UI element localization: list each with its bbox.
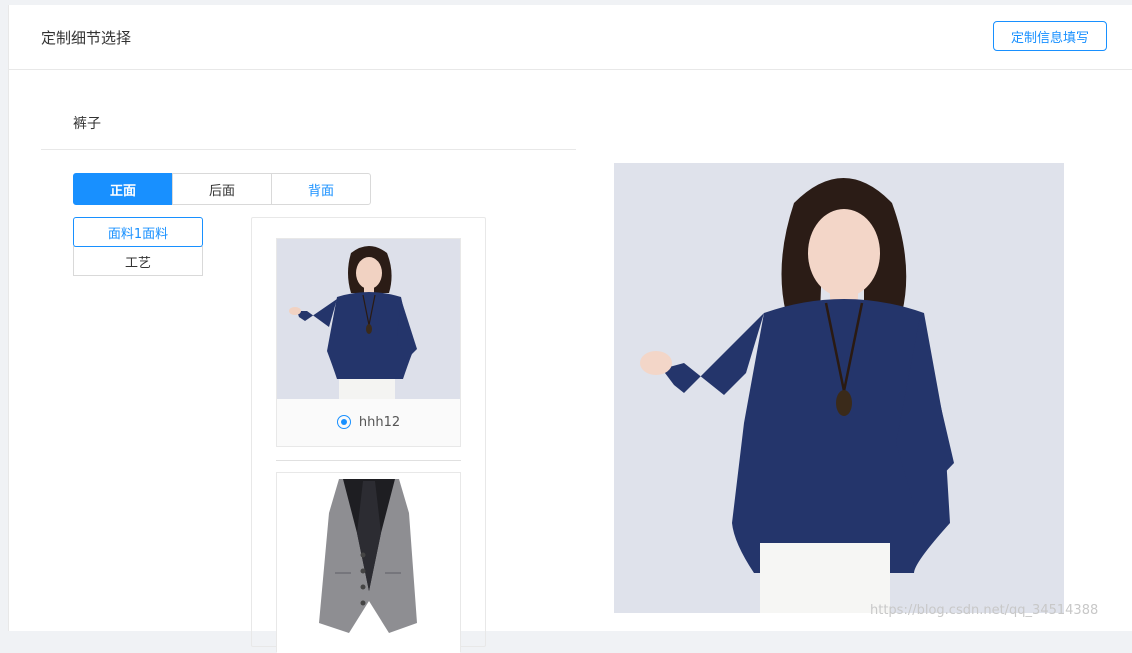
fill-info-button[interactable]: 定制信息填写 (993, 21, 1107, 51)
option-card[interactable] (276, 472, 461, 653)
option-label: hhh12 (358, 414, 401, 430)
page-header: 定制细节选择 定制信息填写 (9, 5, 1132, 70)
tab-back[interactable]: 背面 (271, 173, 371, 205)
tab-front[interactable]: 正面 (73, 173, 173, 205)
subtab-craft[interactable]: 工艺 (73, 246, 203, 276)
page-title: 定制细节选择 (41, 29, 132, 47)
radio-selected-icon[interactable] (336, 415, 351, 429)
subtab-fabric[interactable]: 面料1面料 (73, 217, 203, 247)
option-card[interactable]: hhh12 (276, 238, 461, 447)
preview-image (614, 163, 1064, 613)
blouse-thumbnail-image (277, 239, 460, 399)
page: 定制细节选择 定制信息填写 裤子 正面 后面 背面 面料1面料 工艺 hhh12 (8, 5, 1132, 653)
option-separator (276, 460, 461, 461)
option-footer: hhh12 (277, 399, 460, 445)
section-title: 裤子 (73, 116, 101, 132)
vest-thumbnail-image (277, 473, 460, 653)
option-thumbnail-blouse (277, 239, 460, 399)
blouse-preview-image (614, 163, 1064, 613)
radio-dot-icon (340, 419, 347, 425)
view-tabs: 正面 后面 背面 (73, 173, 371, 205)
divider (41, 149, 576, 150)
option-thumbnail-vest (277, 473, 460, 653)
watermark: https://blog.csdn.net/qq_34514388 (870, 603, 1099, 618)
detail-subtabs: 面料1面料 工艺 (73, 217, 203, 276)
option-panel: hhh12 (251, 217, 486, 653)
tab-rear[interactable]: 后面 (172, 173, 272, 205)
